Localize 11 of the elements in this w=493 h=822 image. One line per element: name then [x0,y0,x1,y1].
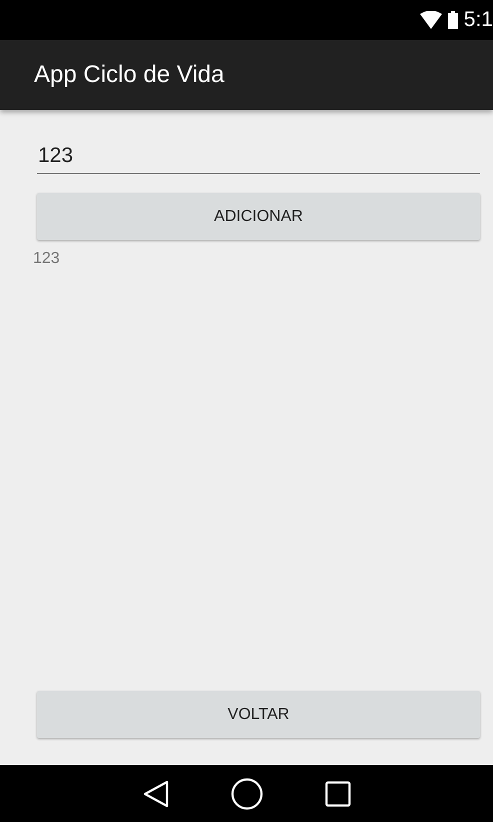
clock-time: 5:1 [464,8,493,32]
recents-icon[interactable] [324,780,350,806]
back-icon[interactable] [142,780,168,808]
wifi-icon [420,11,442,29]
output-text: 123 [33,250,61,268]
battery-icon [448,11,458,29]
home-icon[interactable] [230,778,262,810]
input-field[interactable]: 123 [37,138,480,174]
back-button[interactable]: VOLTAR [37,691,480,738]
app-title: App Ciclo de Vida [34,61,224,89]
add-button[interactable]: ADICIONAR [37,193,480,240]
